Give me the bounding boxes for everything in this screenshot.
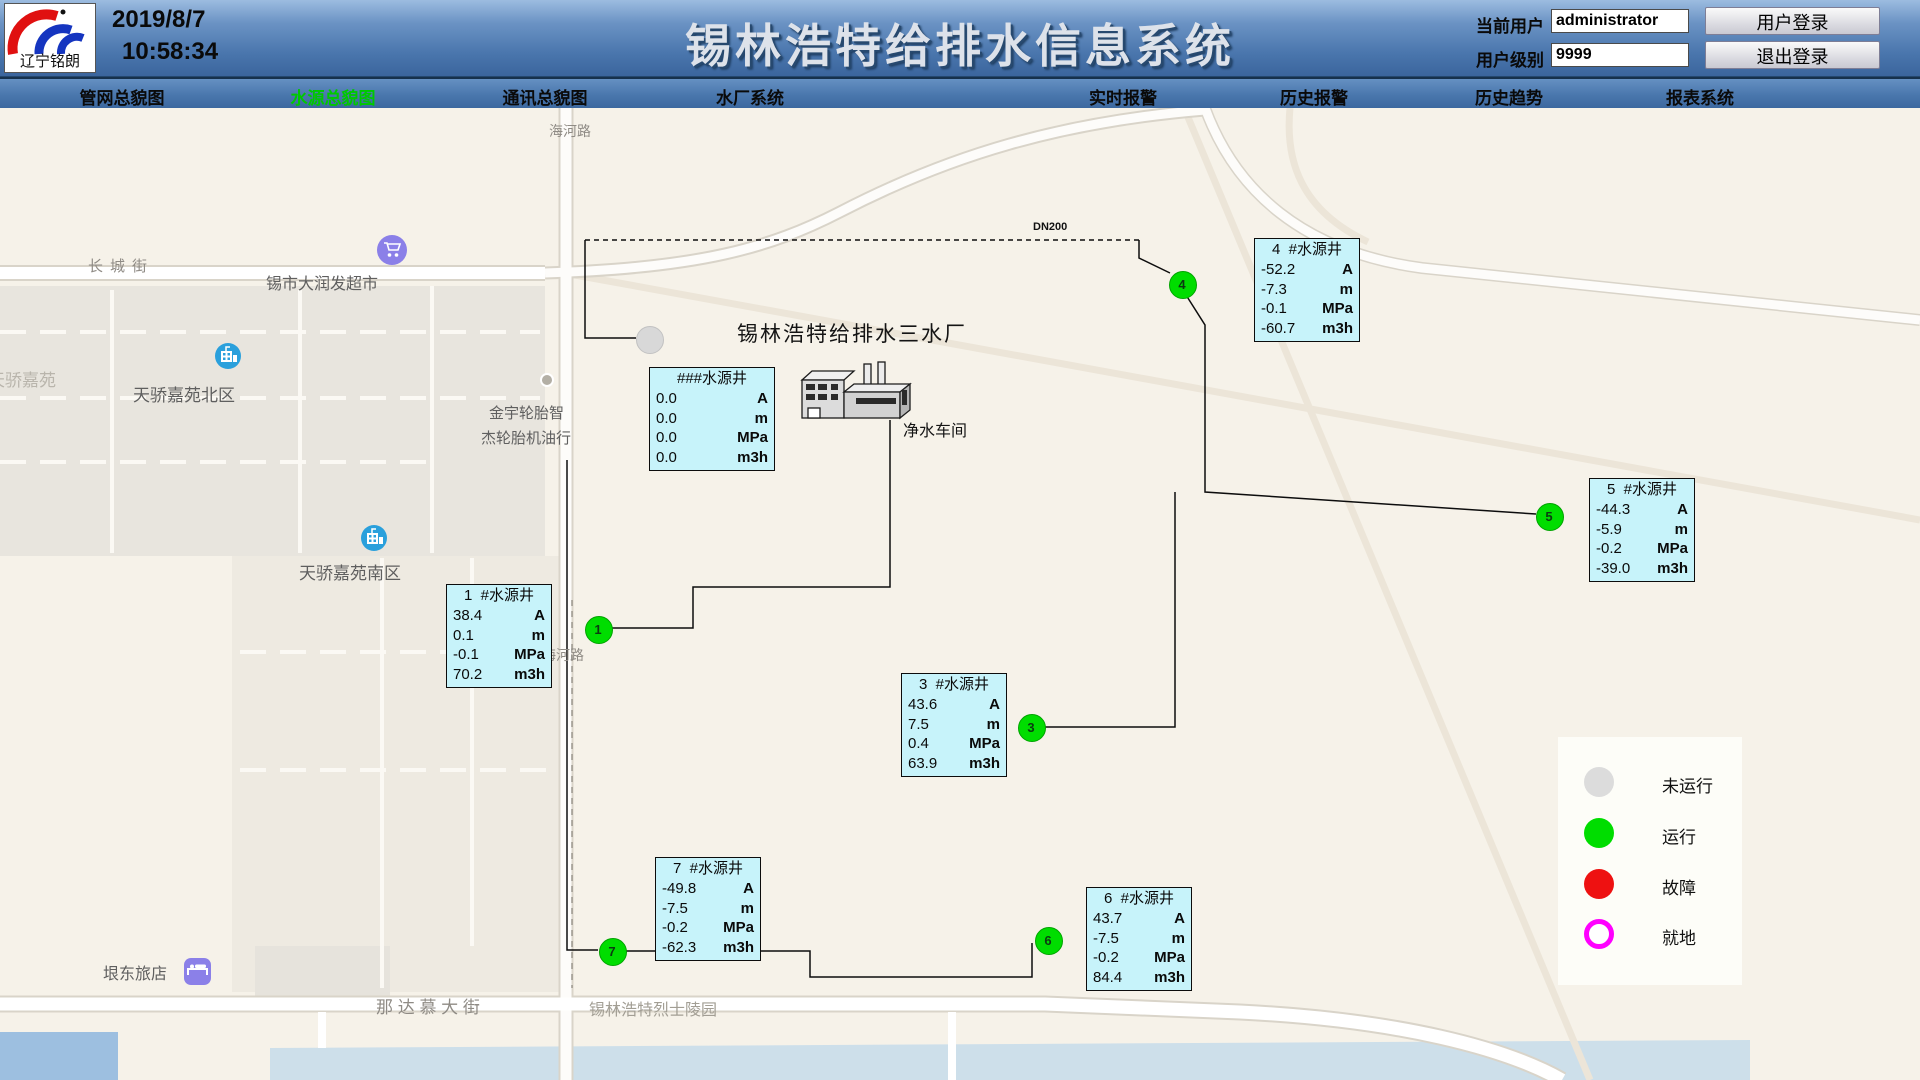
poi-label-tianjiao-north: 天骄嘉苑北区 <box>133 381 235 406</box>
legend-item-stopped: 未运行 <box>1558 767 1742 797</box>
well-row: -7.5m <box>662 899 754 919</box>
well-panel-6[interactable]: 6 #水源井 43.7A -7.5m -0.2MPa 84.4m3h <box>1086 887 1192 991</box>
well-row: -7.3m <box>1261 280 1353 300</box>
well-row: -60.7m3h <box>1261 319 1353 339</box>
well-row: -44.3A <box>1596 500 1688 520</box>
nav-item-water-source-overview[interactable]: 水源总貌图 <box>291 84 376 109</box>
well-row: 0.1m <box>453 626 545 646</box>
well-marker-stopped[interactable] <box>636 326 664 354</box>
well-row: 43.6A <box>908 695 1000 715</box>
well-panel-unknown[interactable]: ###水源井 0.0A 0.0m 0.0MPa 0.0m3h <box>649 367 775 471</box>
poi-label-jinyu-1: 金宇轮胎智 <box>489 402 564 423</box>
well-row: -0.2MPa <box>1093 948 1185 968</box>
nav-item-report-system[interactable]: 报表系统 <box>1666 84 1734 109</box>
nav-item-realtime-alarms[interactable]: 实时报警 <box>1089 84 1157 109</box>
poi-label-hotel: 垠东旅店 <box>103 960 167 984</box>
stopped-status-icon <box>1584 767 1614 797</box>
nav-item-water-plant-system[interactable]: 水厂系统 <box>716 84 784 109</box>
well-panel-1[interactable]: 1 #水源井 38.4A 0.1m -0.1MPa 70.2m3h <box>446 584 552 688</box>
app-header: 辽宁铭朗 2019/8/7 10:58:34 锡林浩特给排水信息系统 当前用户 … <box>0 0 1920 77</box>
well-marker-6[interactable]: 6 <box>1035 927 1063 955</box>
well-panel-3[interactable]: 3 #水源井 43.6A 7.5m 0.4MPa 63.9m3h <box>901 673 1007 777</box>
current-user-label: 当前用户 <box>1476 12 1544 37</box>
poi-label-jinyu-2: 杰轮胎机油行 <box>481 427 571 448</box>
well-row: -52.2A <box>1261 260 1353 280</box>
fault-status-icon <box>1584 869 1614 899</box>
poi-label-supermarket: 锡市大润发超市 <box>266 270 378 294</box>
well-row: 43.7A <box>1093 909 1185 929</box>
workshop-label: 净水车间 <box>903 417 967 441</box>
well-title: 5 #水源井 <box>1596 480 1688 500</box>
well-row: 63.9m3h <box>908 754 1000 774</box>
user-level-input[interactable] <box>1551 43 1689 67</box>
nav-item-pipe-network-overview[interactable]: 管网总貌图 <box>80 84 165 109</box>
nav-item-history-trends[interactable]: 历史趋势 <box>1475 84 1543 109</box>
poi-label-cemetery: 锡林浩特烈士陵园 <box>589 996 717 1020</box>
factory-building-icon <box>802 362 910 418</box>
bed-icon <box>184 958 211 985</box>
map-water <box>0 1032 118 1080</box>
well-row: -0.1MPa <box>453 645 545 665</box>
legend-item-running: 运行 <box>1558 818 1742 848</box>
poi-label-tianjiao-south: 天骄嘉苑南区 <box>299 559 401 584</box>
well-row: -62.3m3h <box>662 938 754 958</box>
main-nav: 管网总貌图 水源总貌图 通讯总貌图 水厂系统 实时报警 历史报警 历史趋势 报表… <box>0 77 1920 108</box>
well-marker-7[interactable]: 7 <box>599 938 627 966</box>
well-panel-5[interactable]: 5 #水源井 -44.3A -5.9m -0.2MPa -39.0m3h <box>1589 478 1695 582</box>
well-title: ###水源井 <box>656 369 768 389</box>
well-row: 0.4MPa <box>908 734 1000 754</box>
pin-icon <box>541 374 553 386</box>
well-row: -0.1MPa <box>1261 299 1353 319</box>
well-row: 0.0MPa <box>656 428 768 448</box>
well-row: 0.0A <box>656 389 768 409</box>
pipe-diameter-label: DN200 <box>1033 221 1067 233</box>
well-row: -49.8A <box>662 879 754 899</box>
well-row: 70.2m3h <box>453 665 545 685</box>
map-block <box>255 946 390 1004</box>
status-legend: 未运行 运行 故障 就地 <box>1558 737 1742 985</box>
well-row: -0.2MPa <box>1596 539 1688 559</box>
current-user-input[interactable] <box>1551 9 1689 33</box>
user-login-button[interactable]: 用户登录 <box>1705 7 1880 35</box>
well-panel-4[interactable]: 4 #水源井 -52.2A -7.3m -0.1MPa -60.7m3h <box>1254 238 1360 342</box>
street-label-haihe-north: 海河路 <box>549 124 591 138</box>
well-row: -0.2MPa <box>662 918 754 938</box>
logout-button[interactable]: 退出登录 <box>1705 41 1880 69</box>
legend-item-fault: 故障 <box>1558 869 1742 899</box>
well-row: -39.0m3h <box>1596 559 1688 579</box>
nav-item-history-alarms[interactable]: 历史报警 <box>1280 84 1348 109</box>
well-panel-7[interactable]: 7 #水源井 -49.8A -7.5m -0.2MPa -62.3m3h <box>655 857 761 961</box>
poi-label-tianjiao: 天骄嘉苑 <box>0 366 56 391</box>
residence-icon <box>215 343 241 369</box>
well-title: 6 #水源井 <box>1093 889 1185 909</box>
well-row: 0.0m <box>656 409 768 429</box>
well-row: 7.5m <box>908 715 1000 735</box>
well-title: 3 #水源井 <box>908 675 1000 695</box>
residence-icon <box>361 525 387 551</box>
street-label-nadamu: 那 达 慕 大 街 <box>376 993 480 1018</box>
plant-title: 锡林浩特给排水三水厂 <box>737 318 967 348</box>
cart-icon <box>377 235 407 265</box>
nav-item-communication-overview[interactable]: 通讯总貌图 <box>503 84 588 109</box>
well-row: -7.5m <box>1093 929 1185 949</box>
well-row: -5.9m <box>1596 520 1688 540</box>
street-label-changcheng: 长城街 <box>88 255 154 276</box>
well-marker-3[interactable]: 3 <box>1018 714 1046 742</box>
local-status-icon <box>1584 919 1614 949</box>
user-level-label: 用户级别 <box>1476 46 1544 71</box>
well-row: 0.0m3h <box>656 448 768 468</box>
legend-item-local: 就地 <box>1558 919 1742 949</box>
well-title: 4 #水源井 <box>1261 240 1353 260</box>
map-block <box>0 286 545 556</box>
well-marker-4[interactable]: 4 <box>1169 271 1197 299</box>
well-row: 84.4m3h <box>1093 968 1185 988</box>
well-marker-1[interactable]: 1 <box>585 616 613 644</box>
well-row: 38.4A <box>453 606 545 626</box>
well-marker-5[interactable]: 5 <box>1536 503 1564 531</box>
well-title: 1 #水源井 <box>453 586 545 606</box>
well-title: 7 #水源井 <box>662 859 754 879</box>
running-status-icon <box>1584 818 1614 848</box>
